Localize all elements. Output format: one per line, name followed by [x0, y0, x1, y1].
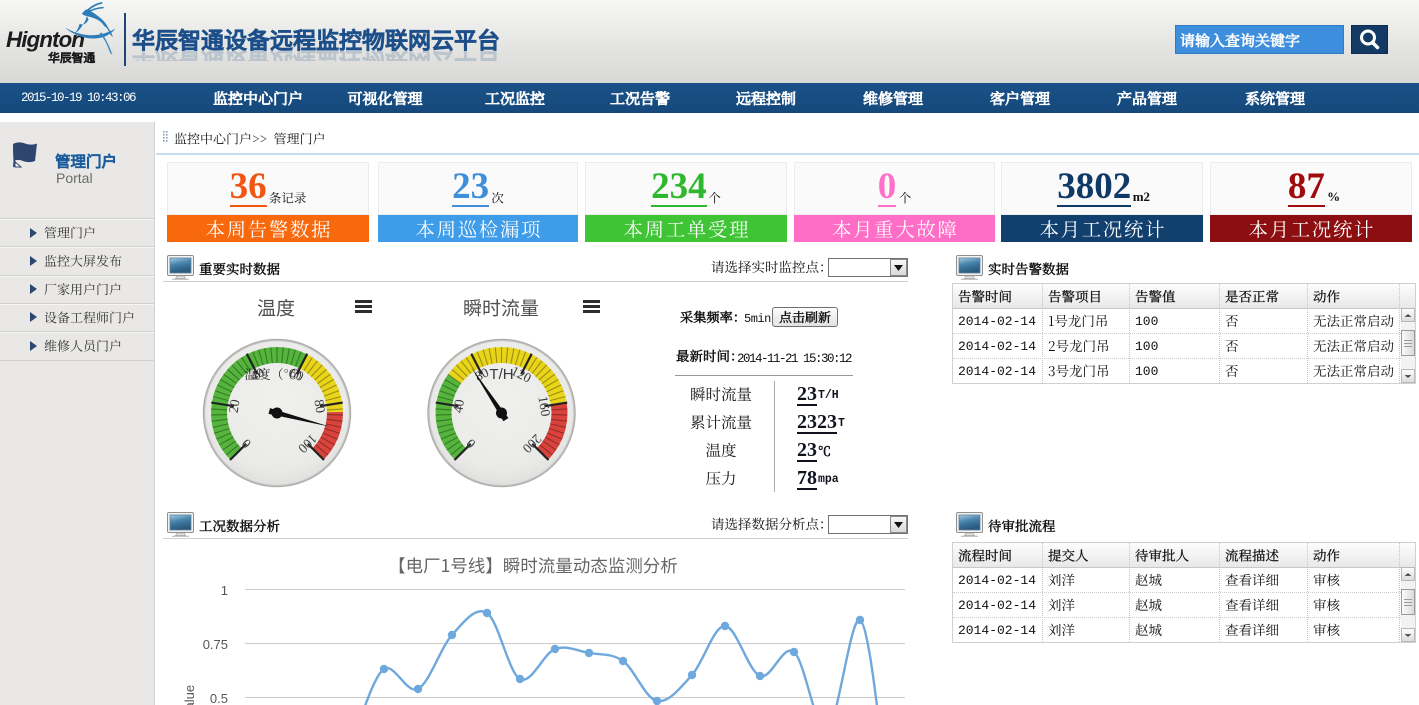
svg-text:0: 0 — [463, 436, 479, 452]
svg-text:120: 120 — [509, 363, 534, 386]
svg-text:20: 20 — [226, 398, 243, 414]
svg-text:0: 0 — [238, 436, 254, 452]
svg-text:200: 200 — [520, 431, 545, 456]
svg-text:40: 40 — [248, 364, 267, 384]
svg-text:T/H: T/H — [489, 366, 513, 383]
svg-text:80: 80 — [472, 364, 491, 384]
svg-text:40: 40 — [450, 398, 467, 414]
svg-text:60: 60 — [287, 365, 306, 385]
svg-text:100: 100 — [295, 431, 320, 456]
svg-text:160: 160 — [535, 395, 553, 418]
svg-text:80: 80 — [311, 398, 328, 414]
